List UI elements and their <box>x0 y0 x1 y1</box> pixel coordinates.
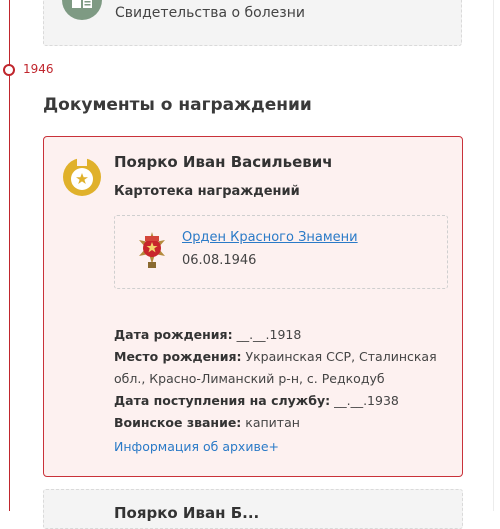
illness-documents-label: Свидетельства о болезни <box>115 5 305 21</box>
fact-value: капитан <box>245 415 300 430</box>
award-item: Орден Красного Знамени 06.08.1946 <box>114 215 448 289</box>
scrollbar[interactable] <box>493 0 500 511</box>
fact-label: Дата поступления на службу: <box>114 393 331 408</box>
award-card: Поярко Иван Васильевич Картотека награжд… <box>43 136 463 477</box>
person-facts: Дата рождения: __.__.1918 Место рождения… <box>114 324 444 434</box>
fact-value: __.__.1938 <box>334 393 399 408</box>
next-person-name: Поярко Иван Б... <box>114 504 260 522</box>
illness-documents-card[interactable]: Свидетельства о болезни <box>43 0 462 46</box>
fact-birth-date: Дата рождения: __.__.1918 <box>114 324 444 346</box>
section-title: Документы о награждении <box>43 95 312 115</box>
document-type: Картотека награждений <box>114 184 300 199</box>
fact-rank: Воинское звание: капитан <box>114 412 444 434</box>
order-date: 06.08.1946 <box>182 253 257 268</box>
fact-label: Воинское звание: <box>114 415 242 430</box>
archive-info-link[interactable]: Информация об архиве+ <box>114 439 279 454</box>
timeline-line <box>9 0 10 511</box>
fact-label: Дата рождения: <box>114 327 233 342</box>
next-award-card: Поярко Иван Б... <box>43 489 463 529</box>
fact-service-start: Дата поступления на службу: __.__.1938 <box>114 390 444 412</box>
fact-label: Место рождения: <box>114 349 242 364</box>
timeline-year: 1946 <box>23 62 54 76</box>
person-name: Поярко Иван Васильевич <box>114 153 333 171</box>
fact-value: __.__.1918 <box>236 327 302 342</box>
medal-icon <box>62 157 102 197</box>
timeline-marker <box>3 64 15 76</box>
hospital-document-icon <box>62 0 102 20</box>
order-title-link[interactable]: Орден Красного Знамени <box>182 230 358 245</box>
fact-birth-place: Место рождения: Украинская ССР, Сталинск… <box>114 346 444 390</box>
order-red-banner-icon <box>133 228 171 272</box>
